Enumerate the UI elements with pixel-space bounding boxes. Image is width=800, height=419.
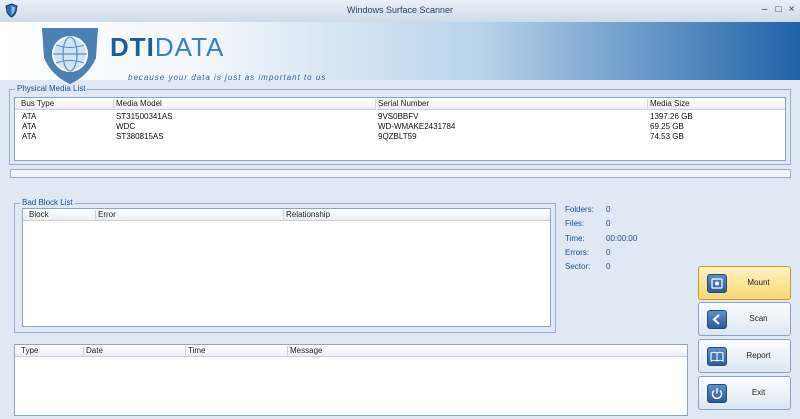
physical-media-title: Physical Media List [15,84,88,93]
cell-media-size: 69.25 GB [650,122,684,131]
folders-value: 0 [606,205,611,214]
column-header-type[interactable]: Type [19,346,83,356]
cell-media-size: 1397.26 GB [650,112,693,121]
cell-bus-type: ATA [22,112,37,121]
list-header: Bus Type Media Model Serial Number Media… [15,98,785,110]
minimize-button[interactable]: – [760,5,769,15]
title-bar: Windows Surface Scanner – □ × [0,0,800,23]
cell-serial-number: 9QZBLT59 [378,132,417,141]
tagline: because your data is just as important t… [128,73,327,82]
drive-icon [707,274,727,293]
globe-icon [42,28,98,84]
sector-label: Sector: [565,262,591,271]
cell-serial-number: 9VS0BBFV [378,112,419,121]
column-header-media-size[interactable]: Media Size [647,99,780,109]
log-list[interactable]: Type Date Time Message [14,344,688,416]
files-value: 0 [606,219,611,228]
brand-logo: DTIDATA [110,32,224,63]
cell-serial-number: WD-WMAKE2431784 [378,122,456,131]
scan-progress-bar [10,169,791,178]
cell-bus-type: ATA [22,132,37,141]
column-header-bus-type[interactable]: Bus Type [19,99,111,109]
cell-media-size: 74.53 GB [650,132,684,141]
scan-button[interactable]: Scan [698,302,791,336]
files-label: Files: [565,219,585,228]
power-icon [707,384,727,403]
column-header-message[interactable]: Message [287,346,686,356]
column-header-serial-number[interactable]: Serial Number [375,99,648,109]
report-label: Report [746,351,771,360]
column-header-block[interactable]: Block [27,210,95,220]
cell-media-model: WDC [116,122,136,131]
time-label: Time: [565,234,585,243]
column-header-time[interactable]: Time [185,346,286,356]
column-header-error[interactable]: Error [95,210,284,220]
book-icon [707,347,727,366]
bad-block-title: Bad Block List [20,198,75,207]
list-header: Type Date Time Message [15,345,687,357]
cell-media-model: ST380815AS [116,132,164,141]
bad-block-list[interactable]: Block Error Relationship [22,208,551,327]
errors-value: 0 [606,248,611,257]
maximize-button[interactable]: □ [774,5,783,15]
errors-label: Errors: [565,248,589,257]
logo-part-dti: DTI [110,32,155,62]
list-header: Block Error Relationship [23,209,550,221]
cell-media-model: ST31500341AS [116,112,173,121]
sector-value: 0 [606,262,611,271]
exit-label: Exit [751,388,766,397]
mount-label: Mount [747,278,770,287]
scan-label: Scan [749,314,768,323]
column-header-date[interactable]: Date [83,346,184,356]
report-button[interactable]: Report [698,339,791,373]
folders-label: Folders: [565,205,594,214]
mount-button[interactable]: Mount [698,266,791,300]
close-button[interactable]: × [787,5,796,15]
column-header-media-model[interactable]: Media Model [113,99,376,109]
window-title: Windows Surface Scanner [346,5,454,15]
time-value: 00:00:00 [606,234,638,243]
physical-media-list[interactable]: Bus Type Media Model Serial Number Media… [14,97,786,161]
scan-icon [707,310,727,329]
exit-button[interactable]: Exit [698,376,791,410]
banner: DTIDATA because your data is just as imp… [0,22,800,84]
logo-part-data: DATA [154,32,225,62]
cell-bus-type: ATA [22,122,37,131]
column-header-relationship[interactable]: Relationship [283,210,551,220]
